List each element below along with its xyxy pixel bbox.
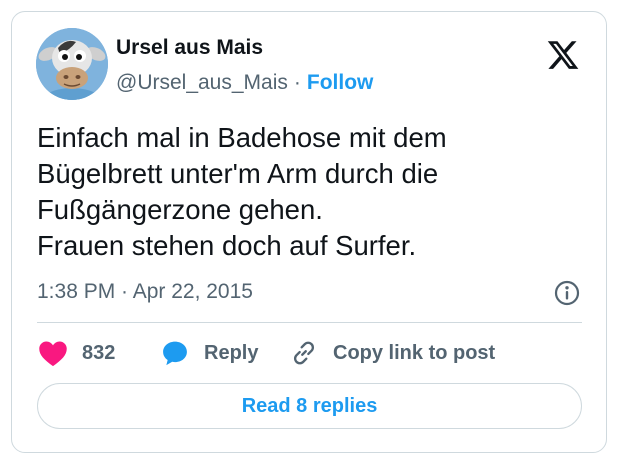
- like-count: 832: [82, 341, 116, 364]
- tweet-timestamp[interactable]: 1:38 PM · Apr 22, 2015: [37, 280, 253, 304]
- reply-label: Reply: [204, 341, 259, 364]
- tweet-text: Einfach mal in Badehose mit dem Bügelbre…: [37, 120, 597, 264]
- info-icon[interactable]: [553, 279, 581, 307]
- author-display-name[interactable]: Ursel aus Mais: [116, 36, 263, 60]
- x-logo-icon[interactable]: [546, 38, 580, 72]
- separator-dot: ·: [293, 71, 301, 94]
- tweet-text-line: Einfach mal in Badehose mit dem: [37, 122, 447, 153]
- tweet-text-line: Bügelbrett unter'm Arm durch die: [37, 158, 439, 189]
- author-avatar[interactable]: [36, 28, 108, 100]
- author-handle-row: @Ursel_aus_Mais · Follow: [116, 71, 373, 95]
- copy-link-button[interactable]: Copy link to post: [289, 337, 495, 369]
- like-button[interactable]: 832: [38, 337, 115, 369]
- read-replies-label: Read 8 replies: [241, 394, 378, 417]
- tweet-text-line: Frauen stehen doch auf Surfer.: [37, 230, 417, 261]
- tweet-card: Ursel aus Mais @Ursel_aus_Mais · Follow Ei…: [11, 11, 607, 453]
- author-handle[interactable]: @Ursel_aus_Mais: [116, 71, 288, 94]
- tweet-text-line: Fußgängerzone gehen.: [37, 194, 323, 225]
- reply-button[interactable]: Reply: [160, 337, 258, 369]
- speech-bubble-icon: [163, 341, 187, 366]
- cow-avatar-icon: [36, 28, 108, 100]
- link-icon: [293, 341, 315, 365]
- read-replies-button[interactable]: Read 8 replies: [37, 383, 582, 429]
- copy-link-label: Copy link to post: [333, 341, 496, 364]
- divider: [37, 322, 582, 323]
- follow-button[interactable]: Follow: [307, 71, 374, 94]
- heart-icon: [39, 341, 67, 367]
